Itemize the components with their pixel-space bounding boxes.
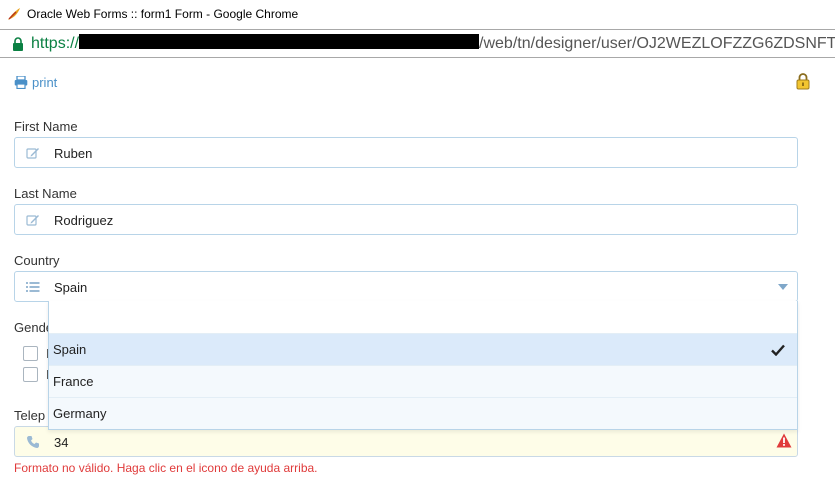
- pencil-edit-icon: [26, 215, 39, 226]
- url-scheme: https://: [31, 35, 80, 52]
- country-value: Spain: [54, 280, 88, 295]
- country-label: Country: [14, 253, 60, 268]
- last-name-value: Rodriguez: [54, 213, 114, 228]
- country-dropdown[interactable]: Spain France Germany: [48, 301, 798, 430]
- dropdown-option-germany[interactable]: Germany: [49, 397, 797, 429]
- telephone-value: 34: [54, 435, 69, 450]
- url-redacted-host: [79, 34, 480, 49]
- form-page: print First Name Ruben Last Name Rodrigu…: [0, 59, 835, 491]
- printer-icon: [14, 76, 28, 89]
- telephone-error-message: Formato no válido. Haga clic en el icono…: [14, 461, 318, 475]
- telephone-label: Telep: [14, 408, 46, 423]
- dropdown-option-france[interactable]: France: [49, 365, 797, 397]
- warning-triangle-icon[interactable]: [776, 433, 792, 448]
- oracle-feather-icon: [8, 8, 20, 20]
- phone-icon: [27, 436, 39, 448]
- telephone-field[interactable]: 34: [14, 426, 798, 457]
- pencil-edit-icon: [26, 148, 39, 159]
- url-path: /web/tn/designer/user/OJ2WEZLOFZZG6ZDSNF…: [479, 35, 835, 52]
- first-name-value: Ruben: [54, 146, 93, 161]
- url-text[interactable]: https:// /web/tn/designer/user/OJ2WEZLOFZ…: [31, 34, 835, 53]
- gender-checkbox-1[interactable]: [23, 346, 38, 361]
- print-label: print: [32, 75, 58, 90]
- country-select[interactable]: Spain: [14, 271, 798, 302]
- dropdown-option-label: Germany: [53, 406, 107, 421]
- dropdown-option-label: France: [53, 374, 94, 389]
- last-name-label: Last Name: [14, 186, 77, 201]
- address-bar[interactable]: https:// /web/tn/designer/user/OJ2WEZLOFZ…: [0, 29, 835, 58]
- last-name-field[interactable]: Rodriguez: [14, 204, 798, 235]
- green-lock-icon: [13, 37, 23, 51]
- chevron-down-icon[interactable]: [778, 284, 788, 290]
- first-name-field[interactable]: Ruben: [14, 137, 798, 168]
- first-name-label: First Name: [14, 119, 78, 134]
- dropdown-option-label: Spain: [53, 342, 87, 357]
- window-title: Oracle Web Forms :: form1 Form - Google …: [27, 7, 299, 21]
- print-link[interactable]: print: [14, 75, 57, 90]
- dropdown-option-spain[interactable]: Spain: [49, 333, 797, 365]
- gender-checkbox-2[interactable]: [23, 367, 38, 382]
- checkmark-icon: [771, 344, 785, 356]
- dropdown-search-area[interactable]: [49, 301, 797, 333]
- window-titlebar: Oracle Web Forms :: form1 Form - Google …: [0, 0, 835, 29]
- list-icon: [26, 282, 40, 292]
- padlock-icon[interactable]: [795, 72, 811, 90]
